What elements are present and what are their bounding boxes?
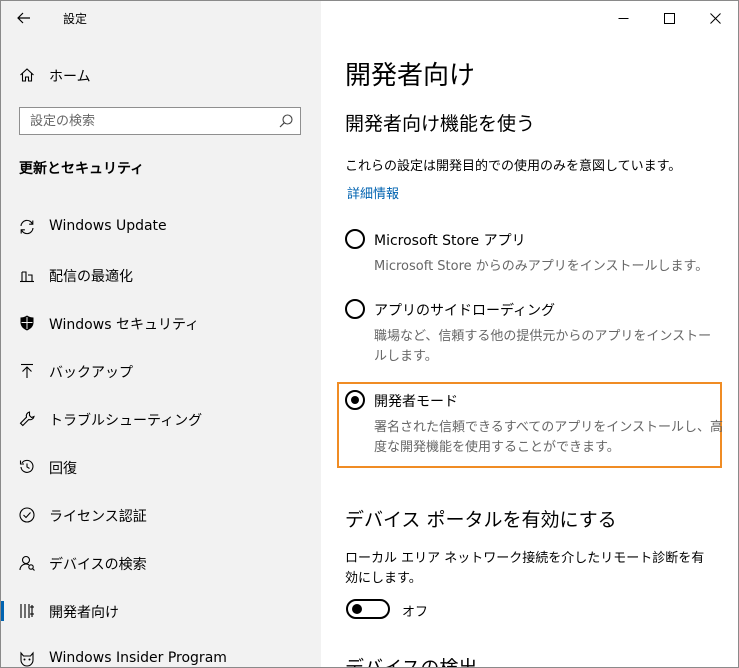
window-controls	[600, 1, 738, 35]
search-icon	[279, 114, 293, 128]
sidebar-item-label: トラブルシューティング	[49, 413, 203, 429]
radio-label: 開発者モード	[374, 394, 458, 410]
radio-description: 署名された信頼できるすべてのアプリをインストールし、高度な開発機能を使用すること…	[374, 420, 724, 455]
radio-label: アプリのサイドローディング	[374, 303, 556, 319]
sidebar-item-home[interactable]: ホーム	[1, 59, 321, 91]
radio-button-checked[interactable]	[345, 390, 365, 410]
radio-button[interactable]	[345, 229, 365, 249]
sidebar-item-windows-insider[interactable]: Windows Insider Program	[1, 635, 321, 667]
radio-description: 職場など、信頼する他の提供元からのアプリをインストールします。	[374, 329, 712, 364]
person-search-icon	[17, 553, 37, 573]
sidebar-item-find-my-device[interactable]: デバイスの検索	[1, 539, 321, 587]
sidebar-item-label: Windows Insider Program	[49, 650, 227, 666]
more-info-link[interactable]: 詳細情報	[347, 183, 399, 202]
device-portal-description: ローカル エリア ネットワーク接続を介したリモート診断を有効にします。	[345, 551, 705, 586]
search-input[interactable]	[30, 108, 270, 134]
home-icon	[17, 65, 37, 85]
device-portal-heading: デバイス ポータルを有効にする	[345, 509, 617, 531]
radio-button[interactable]	[345, 299, 365, 319]
sidebar-item-label: 回復	[49, 461, 77, 477]
radio-label: Microsoft Store アプリ	[374, 233, 526, 249]
selection-indicator	[1, 601, 4, 621]
back-arrow-icon	[17, 12, 30, 24]
sidebar-item-label: デバイスの検索	[49, 557, 147, 573]
sidebar-item-delivery-optimization[interactable]: 配信の最適化	[1, 251, 321, 299]
nav-list: Windows Update 配信の最適化 Windows セキュリティ バック…	[1, 203, 321, 667]
close-button[interactable]	[692, 1, 738, 35]
toggle-knob	[352, 604, 362, 614]
sidebar-item-label: Windows Update	[49, 218, 167, 234]
sidebar-item-label: ホーム	[49, 69, 91, 85]
sidebar-item-windows-update[interactable]: Windows Update	[1, 203, 321, 251]
sidebar-item-label: バックアップ	[49, 365, 133, 381]
close-icon	[709, 12, 721, 24]
search-box[interactable]	[19, 107, 301, 135]
sidebar-item-troubleshoot[interactable]: トラブルシューティング	[1, 395, 321, 443]
minimize-icon	[618, 17, 628, 19]
minimize-button[interactable]	[600, 1, 646, 35]
sidebar-item-activation[interactable]: ライセンス認証	[1, 491, 321, 539]
sidebar-item-recovery[interactable]: 回復	[1, 443, 321, 491]
sidebar-item-windows-security[interactable]: Windows セキュリティ	[1, 299, 321, 347]
dev-features-description: これらの設定は開発目的での使用のみを意図しています。	[345, 159, 682, 174]
recovery-icon	[17, 457, 37, 477]
sync-icon	[17, 217, 37, 237]
main-content: 開発者向け 開発者向け機能を使う これらの設定は開発目的での使用のみを意図してい…	[321, 1, 738, 667]
toggle-state-label: オフ	[402, 605, 429, 620]
check-circle-icon	[17, 505, 37, 525]
shield-icon	[17, 313, 37, 333]
settings-window: 設定 ホーム 更新とセキュリティ	[0, 0, 739, 668]
sidebar: 設定 ホーム 更新とセキュリティ	[1, 1, 321, 667]
maximize-icon	[663, 12, 675, 24]
device-portal-toggle[interactable]	[346, 599, 390, 619]
sidebar-item-backup[interactable]: バックアップ	[1, 347, 321, 395]
page-title: 開発者向け	[345, 61, 476, 91]
app-title: 設定	[63, 12, 88, 26]
wrench-icon	[17, 409, 37, 429]
sidebar-item-label: 開発者向け	[49, 605, 119, 621]
delivery-optimization-icon	[17, 265, 37, 285]
radio-description: Microsoft Store からのみアプリをインストールします。	[374, 259, 709, 274]
title-bar: 設定	[1, 1, 321, 35]
maximize-button[interactable]	[646, 1, 692, 35]
section-heading: 更新とセキュリティ	[19, 161, 145, 177]
sidebar-item-label: 配信の最適化	[49, 269, 133, 285]
device-discovery-heading: デバイスの検出	[345, 657, 478, 668]
backup-arrow-up-icon	[17, 361, 37, 381]
sidebar-item-label: ライセンス認証	[49, 509, 147, 525]
dev-features-heading: 開発者向け機能を使う	[345, 113, 536, 135]
back-button[interactable]	[11, 5, 37, 31]
developer-tools-icon	[17, 601, 37, 621]
sidebar-item-for-developers[interactable]: 開発者向け	[1, 587, 321, 635]
sidebar-item-label: Windows セキュリティ	[49, 317, 200, 333]
insider-cat-icon	[17, 649, 37, 667]
